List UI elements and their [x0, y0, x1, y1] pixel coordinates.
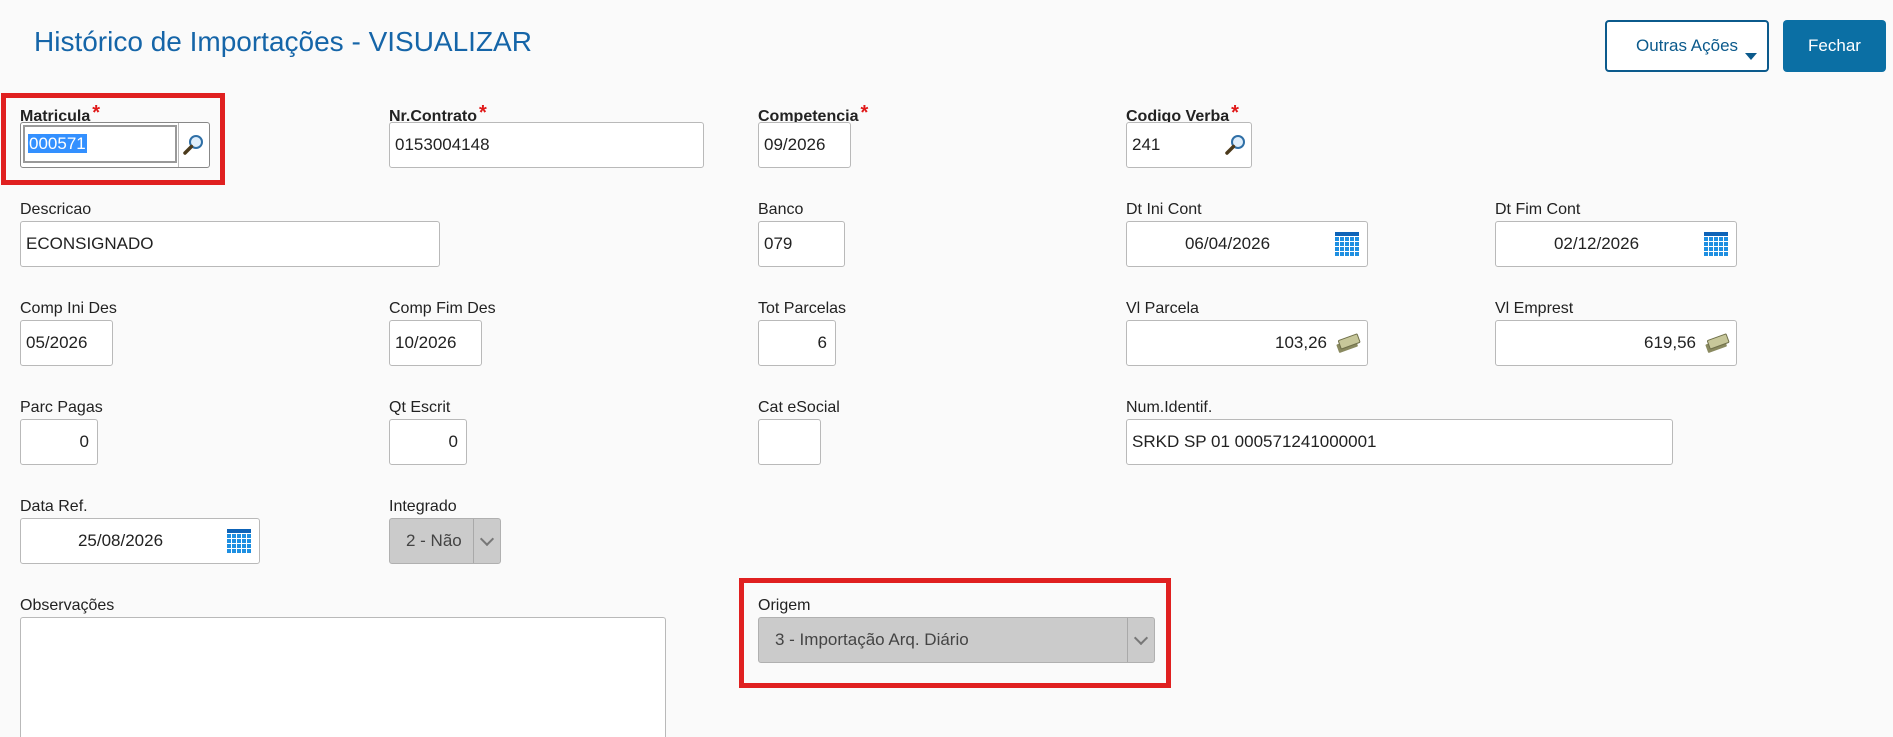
- calendar-icon[interactable]: [227, 529, 251, 553]
- comp-fim-des-field[interactable]: 10/2026: [389, 320, 482, 366]
- data-ref-label: Data Ref.: [20, 498, 88, 515]
- integrado-value: 2 - Não: [406, 531, 462, 550]
- data-ref-field[interactable]: 25/08/2026: [20, 518, 260, 564]
- num-identif-field[interactable]: SRKD SP 01 000571241000001: [1126, 419, 1673, 465]
- integrado-select[interactable]: 2 - Não: [389, 518, 501, 564]
- chevron-down-icon[interactable]: [473, 519, 500, 563]
- descricao-label: Descricao: [20, 201, 92, 218]
- cat-esocial-field[interactable]: [758, 419, 821, 465]
- close-button[interactable]: Fechar: [1783, 20, 1886, 72]
- parc-pagas-label: Parc Pagas: [20, 399, 103, 416]
- dt-fim-cont-field[interactable]: 02/12/2026: [1495, 221, 1737, 267]
- vl-emprest-field[interactable]: 619,56: [1495, 320, 1737, 366]
- magnifier-icon[interactable]: [1221, 123, 1251, 167]
- competencia-field[interactable]: 09/2026: [758, 122, 851, 168]
- parc-pagas-field[interactable]: 0: [20, 419, 98, 465]
- vl-emprest-value: 619,56: [1644, 333, 1696, 352]
- money-icon: [1705, 333, 1730, 353]
- banco-field[interactable]: 079: [758, 221, 845, 267]
- caret-down-icon: [1745, 53, 1757, 60]
- vl-emprest-label: Vl Emprest: [1495, 300, 1574, 317]
- banco-label: Banco: [758, 201, 804, 218]
- observacoes-label: Observações: [20, 597, 115, 614]
- other-actions-label: Outras Ações: [1635, 36, 1739, 55]
- descricao-field[interactable]: ECONSIGNADO: [20, 221, 440, 267]
- vl-parcela-field[interactable]: 103,26: [1126, 320, 1368, 366]
- calendar-icon[interactable]: [1704, 232, 1728, 256]
- observacoes-textarea[interactable]: [20, 617, 666, 737]
- dt-ini-cont-field[interactable]: 06/04/2026: [1126, 221, 1368, 267]
- codigo-verba-field[interactable]: 241: [1126, 122, 1252, 168]
- tot-parcelas-label: Tot Parcelas: [758, 300, 847, 317]
- nr-contrato-field[interactable]: 0153004148: [389, 122, 704, 168]
- money-icon: [1336, 333, 1361, 353]
- qt-escrit-field[interactable]: 0: [389, 419, 467, 465]
- num-identif-label: Num.Identif.: [1126, 399, 1213, 416]
- data-ref-value: 25/08/2026: [77, 531, 164, 550]
- dt-fim-cont-label: Dt Fim Cont: [1495, 201, 1581, 218]
- other-actions-button[interactable]: Outras Ações: [1605, 20, 1769, 72]
- qt-escrit-label: Qt Escrit: [389, 399, 451, 416]
- dt-ini-cont-value: 06/04/2026: [1184, 234, 1271, 253]
- comp-fim-des-label: Comp Fim Des: [389, 300, 496, 317]
- codigo-verba-value: 241: [1132, 135, 1161, 154]
- comp-ini-des-label: Comp Ini Des: [20, 300, 117, 317]
- tot-parcelas-field[interactable]: 6: [758, 320, 836, 366]
- origem-highlight: [739, 578, 1171, 688]
- calendar-icon[interactable]: [1335, 232, 1359, 256]
- vl-parcela-label: Vl Parcela: [1126, 300, 1199, 317]
- matricula-highlight: [1, 93, 225, 185]
- integrado-label: Integrado: [389, 498, 457, 515]
- dt-ini-cont-label: Dt Ini Cont: [1126, 201, 1202, 218]
- cat-esocial-label: Cat eSocial: [758, 399, 840, 416]
- page-title: Histórico de Importações - VISUALIZAR: [34, 26, 532, 57]
- comp-ini-des-field[interactable]: 05/2026: [20, 320, 113, 366]
- dt-fim-cont-value: 02/12/2026: [1553, 234, 1640, 253]
- vl-parcela-value: 103,26: [1275, 333, 1327, 352]
